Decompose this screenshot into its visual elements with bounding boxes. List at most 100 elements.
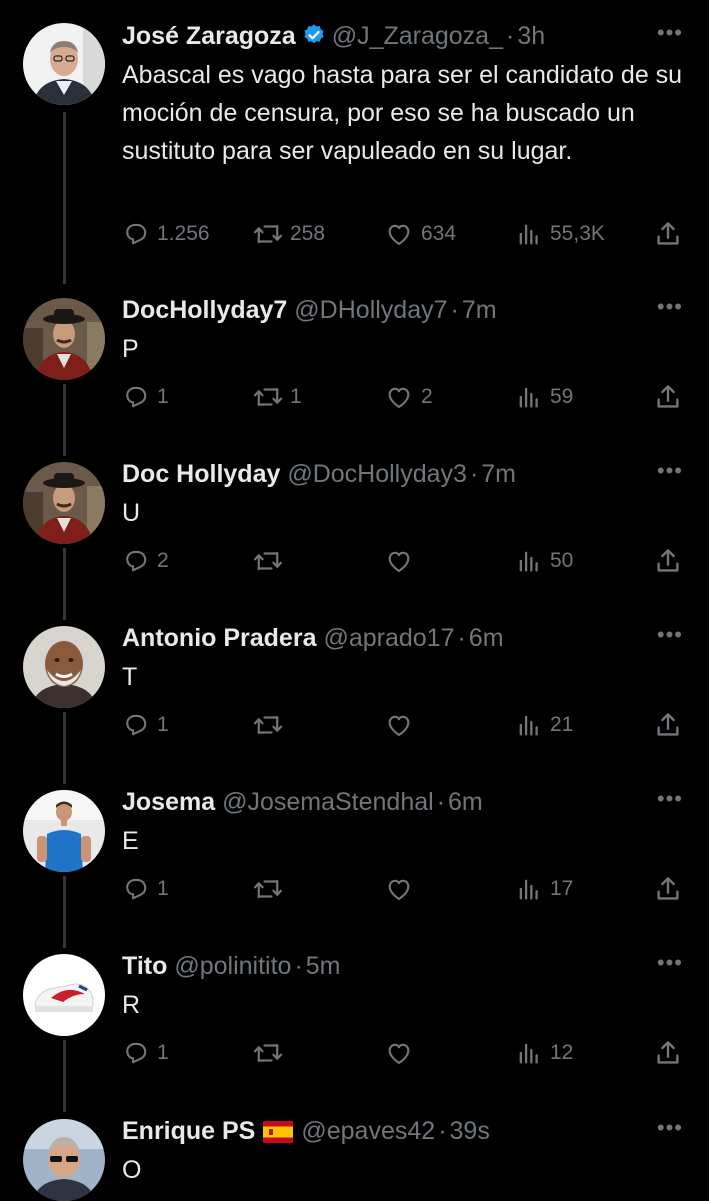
avatar[interactable] (23, 23, 105, 105)
avatar[interactable] (23, 626, 105, 708)
more-icon[interactable]: ••• (657, 20, 683, 46)
share-icon (657, 549, 679, 572)
tweet[interactable]: Doc Hollyday @DocHollyday3 · 7m ••• U 2 50 (0, 456, 709, 596)
avatar[interactable] (23, 790, 105, 872)
tweet[interactable]: Enrique PS 🇪🇸 @epaves42·39s ••• O (0, 1113, 709, 1201)
tweet-header: Antonio Pradera @aprado17 · 6m (122, 620, 504, 656)
retweet-button[interactable]: 258 (253, 216, 325, 252)
tweet[interactable]: DocHollyday7 @DHollyday7 · 7m ••• P 1 1 2 … (0, 292, 709, 432)
tweet[interactable]: José Zaragoza @J_Zaragoza_ · 3h ••• Abascal… (0, 18, 709, 268)
tweet[interactable]: Tito @polinitito · 5m ••• R 1 12 (0, 948, 709, 1088)
share-button[interactable] (653, 216, 683, 252)
tweet-text: P (122, 335, 139, 363)
verified-badge-icon (304, 24, 324, 44)
like-count: 2 (421, 385, 433, 408)
reply-icon (126, 714, 147, 736)
retweet-icon (253, 387, 283, 407)
retweet-button[interactable] (253, 871, 290, 907)
share-icon (657, 222, 679, 245)
share-button[interactable] (653, 379, 683, 415)
retweet-button[interactable] (253, 543, 290, 579)
share-button[interactable] (653, 707, 683, 743)
more-icon[interactable]: ••• (657, 622, 683, 648)
tweet[interactable]: Antonio Pradera @aprado17 · 6m ••• T 1 21 (0, 620, 709, 760)
handle[interactable]: @JosemaStendhal (222, 788, 434, 816)
reply-button[interactable]: 1 (122, 379, 169, 415)
timestamp[interactable]: 3h (517, 22, 545, 50)
views-button[interactable]: 59 (515, 379, 573, 415)
like-button[interactable] (384, 1035, 421, 1071)
separator-dot: · (450, 296, 459, 324)
share-icon (657, 1041, 679, 1064)
display-name[interactable]: José Zaragoza (122, 22, 296, 50)
avatar[interactable] (23, 462, 105, 544)
like-button[interactable]: 2 (384, 379, 433, 415)
like-button[interactable] (384, 871, 421, 907)
share-button[interactable] (653, 871, 683, 907)
reply-button[interactable]: 1 (122, 871, 169, 907)
handle[interactable]: @epaves42 (301, 1117, 435, 1145)
more-icon[interactable]: ••• (657, 950, 683, 976)
avatar-image (23, 626, 105, 708)
reply-button[interactable]: 1 (122, 1035, 169, 1071)
action-bar: 1 1 2 59 (122, 379, 692, 415)
retweet-count: 1 (290, 385, 302, 408)
separator-dot: · (469, 460, 479, 488)
retweet-button[interactable]: 1 (253, 379, 302, 415)
views-button[interactable]: 50 (515, 543, 573, 579)
timestamp[interactable]: 7m (462, 296, 497, 324)
views-button[interactable]: 21 (515, 707, 573, 743)
share-button[interactable] (653, 1035, 683, 1071)
retweet-button[interactable] (253, 707, 290, 743)
timestamp[interactable]: 6m (469, 624, 504, 652)
handle[interactable]: @DocHollyday3 (287, 460, 467, 488)
spain-flag-icon: 🇪🇸 (263, 1121, 294, 1143)
timestamp[interactable]: 7m (481, 460, 516, 488)
like-icon (388, 224, 410, 245)
avatar[interactable] (23, 1119, 105, 1201)
display-name[interactable]: Doc Hollyday (122, 460, 280, 488)
handle[interactable]: @J_Zaragoza_ (332, 22, 503, 50)
views-button[interactable]: 12 (515, 1035, 573, 1071)
timestamp[interactable]: 39s (450, 1117, 490, 1145)
views-icon (519, 879, 538, 900)
more-icon[interactable]: ••• (657, 1115, 683, 1141)
reply-button[interactable]: 1.256 (122, 216, 210, 252)
like-button[interactable]: 634 (384, 216, 456, 252)
more-icon[interactable]: ••• (657, 458, 683, 484)
share-button[interactable] (653, 543, 683, 579)
like-button[interactable] (384, 707, 421, 743)
display-name[interactable]: Antonio Pradera (122, 624, 316, 652)
views-icon (519, 224, 538, 245)
more-icon[interactable]: ••• (657, 786, 683, 812)
reply-button[interactable]: 2 (122, 543, 169, 579)
reply-button[interactable]: 1 (122, 707, 169, 743)
views-count: 50 (550, 549, 574, 572)
like-button[interactable] (384, 543, 421, 579)
tweet[interactable]: Josema @JosemaStendhal · 6m ••• E 1 17 (0, 784, 709, 924)
handle[interactable]: @DHollyday7 (294, 296, 447, 324)
views-icon (519, 715, 538, 736)
timestamp[interactable]: 6m (448, 788, 483, 816)
display-name[interactable]: Tito (122, 952, 167, 980)
handle[interactable]: @polinitito (174, 952, 291, 980)
like-icon (388, 387, 410, 408)
separator-dot: · (506, 22, 515, 50)
avatar[interactable] (23, 298, 105, 380)
more-icon[interactable]: ••• (657, 294, 683, 320)
retweet-button[interactable] (253, 1035, 290, 1071)
views-button[interactable]: 55,3K (515, 216, 605, 252)
display-name[interactable]: DocHollyday7 (122, 296, 287, 324)
handle[interactable]: @aprado17 (323, 624, 454, 652)
tweet-text: U (122, 499, 141, 527)
avatar-image (23, 954, 105, 1036)
avatar[interactable] (23, 954, 105, 1036)
display-name[interactable]: Enrique PS (122, 1117, 255, 1145)
separator-dot: · (294, 952, 303, 980)
display-name[interactable]: Josema (122, 788, 215, 816)
tweet-text: T (122, 663, 138, 691)
views-count: 12 (550, 1041, 574, 1064)
tweet-text: O (122, 1156, 142, 1184)
timestamp[interactable]: 5m (306, 952, 341, 980)
views-button[interactable]: 17 (515, 871, 573, 907)
